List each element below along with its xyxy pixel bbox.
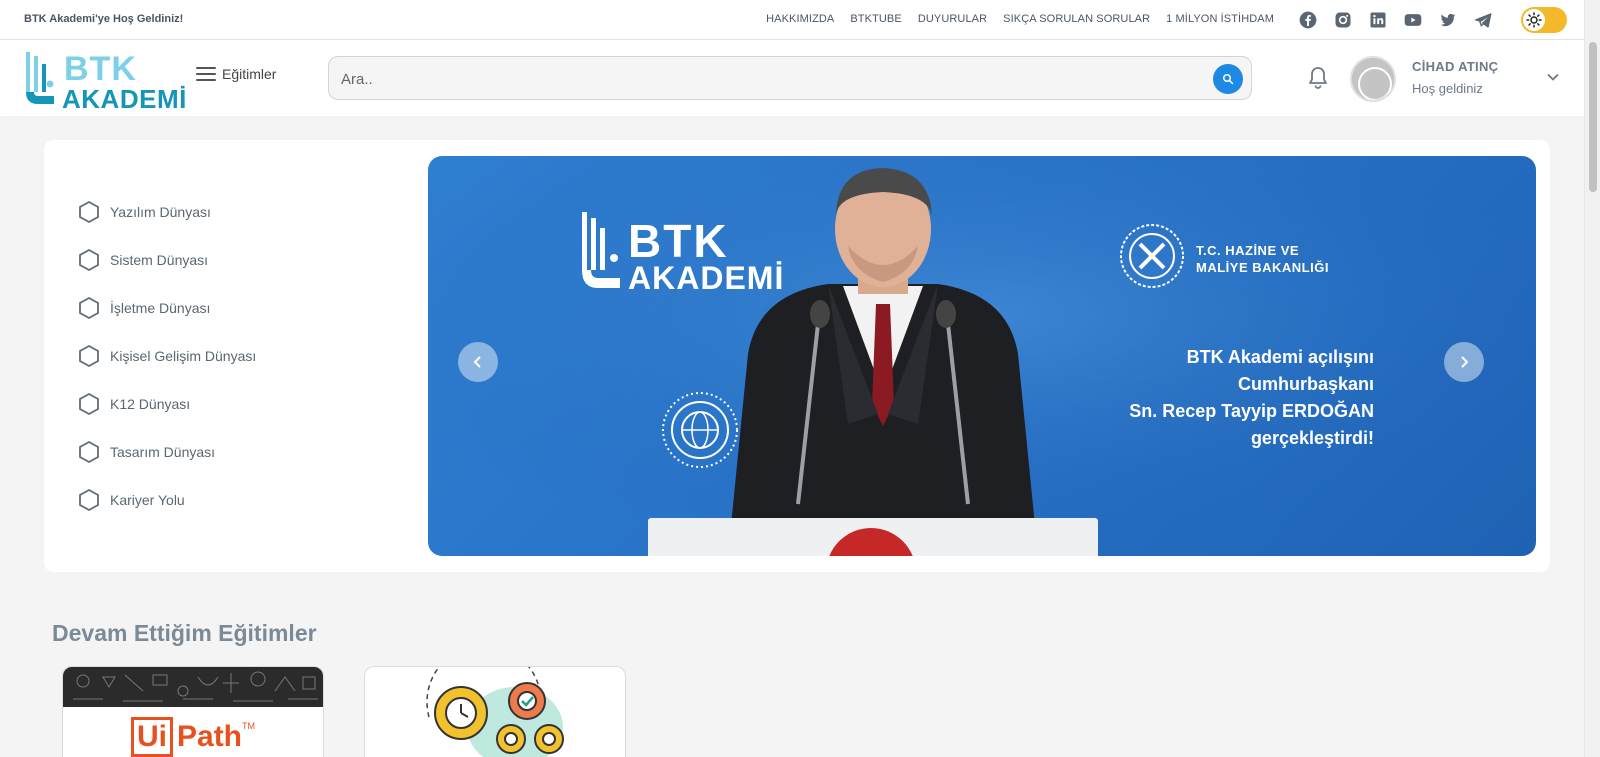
- category-list: Yazılım Dünyası Sistem Dünyası İşletme D…: [78, 188, 256, 524]
- continuing-courses-title: Devam Ettiğim Eğitimler: [52, 620, 317, 646]
- slide-caption: BTK Akademi açılışını Cumhurbaşkanı Sn. …: [1129, 344, 1374, 452]
- uipath-logo-ui: Ui: [131, 717, 173, 757]
- category-label: K12 Dünyası: [110, 396, 191, 412]
- logo-bars-icon: [26, 52, 54, 104]
- hexagon-icon: [79, 344, 99, 368]
- category-kariyer-yolu[interactable]: Kariyer Yolu: [78, 476, 256, 524]
- category-label: Yazılım Dünyası: [110, 204, 211, 220]
- course-thumbnail-chalkboard: [63, 667, 323, 707]
- hexagon-icon: [79, 392, 99, 416]
- slide-caption-line-1: BTK Akademi açılışını: [1186, 347, 1374, 367]
- category-label: Tasarım Dünyası: [110, 444, 216, 460]
- uipath-logo-tm: TM: [242, 721, 256, 731]
- speaker-photo: [728, 168, 1038, 556]
- slider-next-button[interactable]: [1444, 342, 1484, 382]
- user-avatar-icon: [1352, 58, 1394, 100]
- user-name: CİHAD ATINÇ: [1412, 59, 1499, 74]
- telegram-icon[interactable]: [1473, 10, 1493, 30]
- category-label: İşletme Dünyası: [110, 300, 211, 316]
- slide-caption-line-2: Cumhurbaşkanı: [1237, 374, 1374, 394]
- ministry-line-2: MALİYE BAKANLIĞI: [1196, 260, 1329, 275]
- slide-logo-bars-icon: [582, 212, 620, 288]
- chevron-down-icon[interactable]: [1546, 70, 1560, 84]
- search-bar: [328, 56, 1252, 100]
- chevron-left-icon: [473, 356, 481, 368]
- main-header: BTK AKADEMİ Eğitimler CİHAD ATINÇ Hoş ge…: [0, 40, 1584, 116]
- page-scrollbar[interactable]: [1584, 0, 1600, 757]
- trainings-menu-button[interactable]: Eğitimler: [196, 66, 276, 82]
- hexagon-icon: [79, 200, 99, 224]
- logo-text-bottom: AKADEMİ: [62, 84, 187, 114]
- link-sss[interactable]: SIKÇA SORULAN SORULAR: [1003, 13, 1150, 25]
- category-label: Kişisel Gelişim Dünyası: [110, 348, 257, 364]
- category-yazilim[interactable]: Yazılım Dünyası: [78, 188, 256, 236]
- facebook-icon[interactable]: [1298, 10, 1318, 30]
- category-label: Kariyer Yolu: [110, 492, 185, 508]
- hexagon-icon: [79, 296, 99, 320]
- hero-slider[interactable]: BTK AKADEMİ T.C. HAZİNE VE MALİYE BAKANL…: [428, 156, 1536, 556]
- category-isletme[interactable]: İşletme Dünyası: [78, 284, 256, 332]
- hexagon-icon: [79, 440, 99, 464]
- search-icon: [1223, 74, 1234, 85]
- trainings-menu-label: Eğitimler: [222, 66, 277, 82]
- ministry-name: T.C. HAZİNE VE MALİYE BAKANLIĞI: [1196, 242, 1329, 276]
- top-links: HAKKIMIZDA BTKTUBE DUYURULAR SIKÇA SORUL…: [766, 13, 1274, 25]
- scrollbar-thumb[interactable]: [1589, 42, 1597, 192]
- youtube-icon[interactable]: [1403, 10, 1423, 30]
- linkedin-icon[interactable]: [1368, 10, 1388, 30]
- user-greeting: Hoş geldiniz: [1412, 81, 1483, 96]
- gears-icon: [426, 667, 564, 757]
- slide-caption-line-4: gerçekleştirdi!: [1250, 428, 1374, 448]
- search-input[interactable]: [341, 68, 1161, 90]
- link-duyurular[interactable]: DUYURULAR: [918, 13, 987, 25]
- slide-caption-line-3: Sn. Recep Tayyip ERDOĞAN: [1129, 401, 1374, 421]
- user-avatar[interactable]: [1350, 56, 1396, 102]
- uipath-logo: Ui Path TM: [131, 717, 255, 757]
- notification-bell-icon[interactable]: [1306, 65, 1330, 91]
- hamburger-icon: [196, 67, 216, 81]
- social-links: [1298, 10, 1493, 30]
- link-hakkimizda[interactable]: HAKKIMIZDA: [766, 13, 834, 25]
- category-tasarim[interactable]: Tasarım Dünyası: [78, 428, 256, 476]
- uipath-logo-path: Path: [177, 720, 243, 753]
- category-sistem[interactable]: Sistem Dünyası: [78, 236, 256, 284]
- chevron-right-icon: [1461, 356, 1469, 368]
- hexagon-icon: [79, 488, 99, 512]
- hero-card: Yazılım Dünyası Sistem Dünyası İşletme D…: [44, 140, 1550, 572]
- link-1-milyon-istihdam[interactable]: 1 MİLYON İSTİHDAM: [1166, 13, 1274, 25]
- sun-icon: [1523, 9, 1545, 31]
- category-label: Sistem Dünyası: [110, 252, 209, 268]
- top-bar: BTK Akademi'ye Hoş Geldiniz! HAKKIMIZDA …: [0, 0, 1584, 40]
- chalkboard-pattern: [73, 671, 318, 702]
- instagram-icon[interactable]: [1333, 10, 1353, 30]
- hexagon-icon: [79, 248, 99, 272]
- ministry-seal-icon: [1120, 224, 1184, 288]
- twitter-icon[interactable]: [1438, 10, 1458, 30]
- category-k12[interactable]: K12 Dünyası: [78, 380, 256, 428]
- search-button[interactable]: [1213, 64, 1243, 94]
- link-btktube[interactable]: BTKTUBE: [850, 13, 901, 25]
- btk-akademi-logo[interactable]: BTK AKADEMİ: [24, 46, 186, 114]
- ministry-line-1: T.C. HAZİNE VE: [1196, 243, 1300, 258]
- category-kisisel-gelisim[interactable]: Kişisel Gelişim Dünyası: [78, 332, 256, 380]
- welcome-text: BTK Akademi'ye Hoş Geldiniz!: [24, 13, 184, 25]
- course-card-gears[interactable]: [364, 666, 626, 757]
- course-card-uipath[interactable]: Ui Path TM: [62, 666, 324, 757]
- theme-toggle[interactable]: [1521, 7, 1567, 33]
- slider-prev-button[interactable]: [458, 342, 498, 382]
